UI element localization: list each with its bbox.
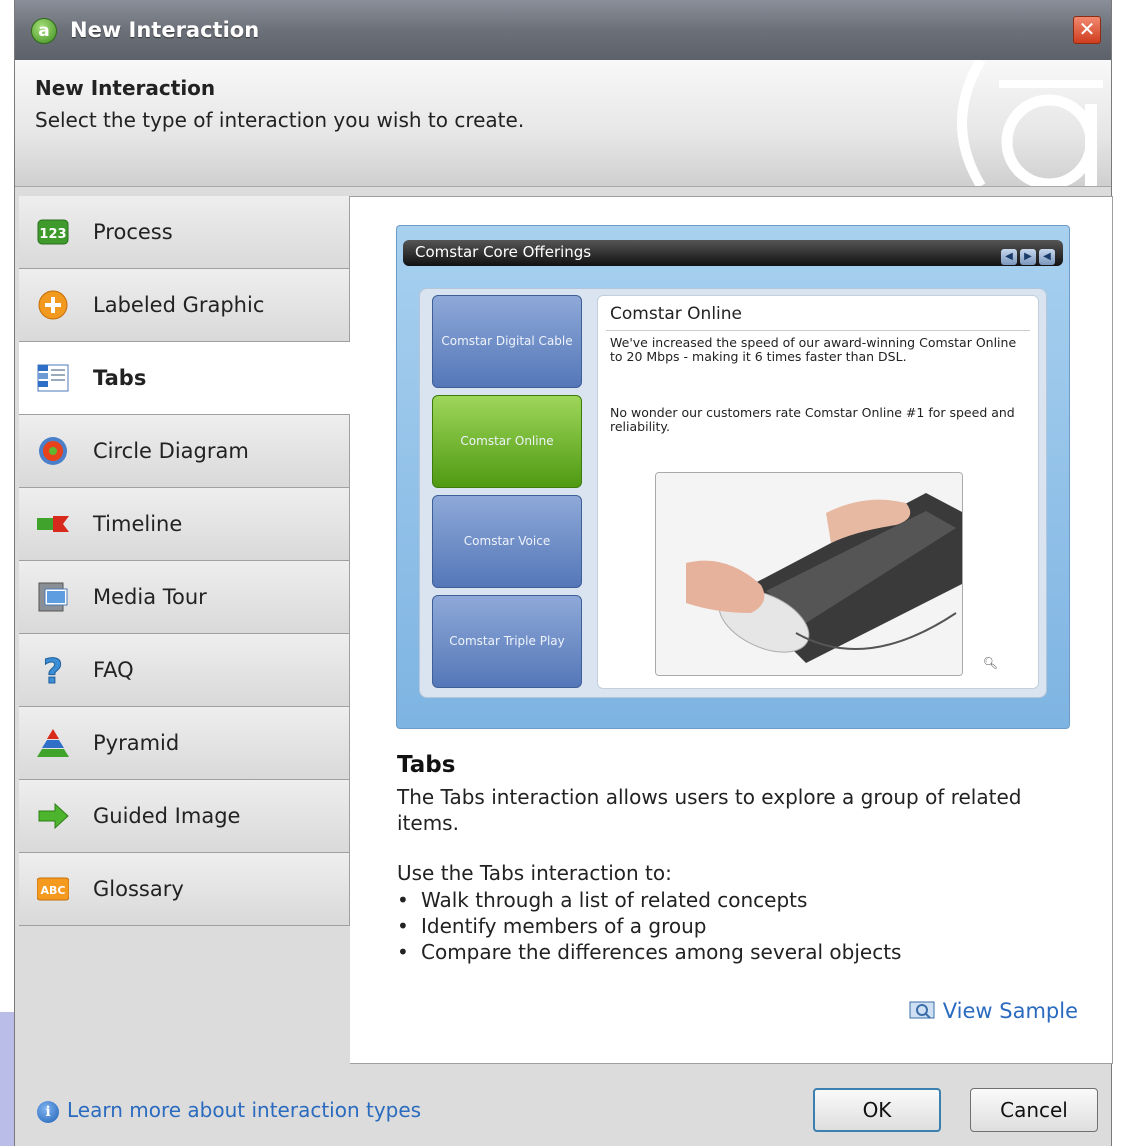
sidebar-item-label: Circle Diagram <box>93 439 249 463</box>
bullet-text: Compare the differences among several ob… <box>421 940 902 964</box>
view-sample-label: View Sample <box>942 999 1078 1023</box>
close-button[interactable]: ✕ <box>1073 16 1101 44</box>
list-item: • Compare the differences among several o… <box>397 939 901 965</box>
sidebar-item-label: Timeline <box>93 512 183 536</box>
process-123-icon: 123 <box>37 219 69 245</box>
next-arrow-icon: ▶ <box>1020 249 1036 265</box>
background-strip <box>0 1012 14 1146</box>
preview-body: Comstar Digital Cable Comstar Online Com… <box>419 288 1047 698</box>
view-sample-icon <box>909 1001 935 1019</box>
svg-text:?: ? <box>43 654 63 686</box>
preview-tab: Comstar Triple Play <box>432 595 582 688</box>
preview-tab: Comstar Voice <box>432 495 582 588</box>
description-title: Tabs <box>397 752 456 778</box>
learn-more-label: Learn more about interaction types <box>67 1098 422 1122</box>
interaction-preview: Comstar Core Offerings ◀ ▶ ◀ Comstar Digit… <box>396 225 1070 729</box>
tabs-icon <box>37 364 69 392</box>
description-lead: Use the Tabs interaction to: <box>397 861 672 885</box>
bullet-icon: • <box>397 914 409 938</box>
circle-diagram-icon <box>39 437 67 465</box>
timeline-icon <box>37 516 69 532</box>
divider <box>606 330 1030 331</box>
magnify-icon: 🔍︎ <box>982 656 998 670</box>
list-item: • Walk through a list of related concepts <box>397 887 901 913</box>
sidebar-item-faq[interactable]: ? FAQ <box>19 634 350 707</box>
labeled-graphic-icon <box>38 290 68 320</box>
question-mark-icon: ? <box>43 654 64 686</box>
pyramid-icon <box>37 729 69 757</box>
view-sample-link[interactable]: View Sample <box>909 999 1078 1023</box>
sidebar-item-process[interactable]: 123 Process <box>19 196 350 269</box>
sidebar-item-pyramid[interactable]: Pyramid <box>19 707 350 780</box>
articulate-a-logo-icon <box>957 60 1103 186</box>
window-title: New Interaction <box>70 18 260 42</box>
sidebar-item-media-tour[interactable]: Media Tour <box>19 561 350 634</box>
preview-pane-text: No wonder our customers rate Comstar Onl… <box>610 405 1015 434</box>
preview-tab-selected: Comstar Online <box>432 395 582 488</box>
media-tour-icon <box>38 582 68 612</box>
sidebar-item-label: FAQ <box>93 658 134 682</box>
app-logo-icon: a <box>31 18 57 44</box>
sidebar-item-tabs[interactable]: Tabs <box>19 342 351 415</box>
header-subtitle: Select the type of interaction you wish … <box>35 108 525 132</box>
preview-photo <box>655 472 963 676</box>
info-icon: i <box>37 1101 59 1123</box>
preview-tab: Comstar Digital Cable <box>432 295 582 388</box>
sidebar-item-label: Tabs <box>93 366 147 390</box>
preview-nav-buttons: ◀ ▶ ◀ <box>998 244 1055 265</box>
bullet-icon: • <box>397 940 409 964</box>
preview-pane-title: Comstar Online <box>610 304 742 324</box>
sidebar-item-circle-diagram[interactable]: Circle Diagram <box>19 415 350 488</box>
description-bullets: • Walk through a list of related concepts… <box>397 887 901 965</box>
preview-pane-text: We've increased the speed of our award-w… <box>610 335 1017 364</box>
dialog-window: a New Interaction ✕ New Interaction Sele… <box>14 0 1113 1146</box>
back-arrow-icon: ◀ <box>1039 249 1055 265</box>
arrow-right-icon <box>38 802 69 830</box>
preview-title: Comstar Core Offerings <box>415 243 592 261</box>
sidebar-item-label: Labeled Graphic <box>93 293 265 317</box>
sidebar-item-timeline[interactable]: Timeline <box>19 488 350 561</box>
detail-panel: Comstar Core Offerings ◀ ▶ ◀ Comstar Digit… <box>350 196 1113 1064</box>
svg-text:123: 123 <box>39 227 66 242</box>
sidebar-item-label: Pyramid <box>93 731 180 755</box>
sidebar-item-labeled-graphic[interactable]: Labeled Graphic <box>19 269 350 342</box>
abc-icon: ABC <box>37 877 69 901</box>
header-title: New Interaction <box>35 76 216 100</box>
cancel-button[interactable]: Cancel <box>970 1088 1098 1132</box>
sidebar-item-glossary[interactable]: ABC Glossary <box>19 853 350 926</box>
ok-button[interactable]: OK <box>813 1088 941 1132</box>
bullet-text: Walk through a list of related concepts <box>421 888 808 912</box>
preview-content-pane: Comstar Online We've increased the speed… <box>597 295 1039 689</box>
bullet-text: Identify members of a group <box>421 914 707 938</box>
learn-more-link[interactable]: i Learn more about interaction types <box>37 1098 421 1123</box>
dialog-header: New Interaction Select the type of inter… <box>15 60 1111 187</box>
sidebar-item-guided-image[interactable]: Guided Image <box>19 780 350 853</box>
bullet-icon: • <box>397 888 409 912</box>
interaction-type-list: 123 Process Labeled Graphic Tabs Circle … <box>19 196 351 926</box>
prev-arrow-icon: ◀ <box>1001 249 1017 265</box>
title-bar[interactable]: a New Interaction ✕ <box>15 0 1111 60</box>
sidebar-item-label: Guided Image <box>93 804 241 828</box>
description-text: The Tabs interaction allows users to exp… <box>397 785 1022 835</box>
list-item: • Identify members of a group <box>397 913 901 939</box>
svg-text:ABC: ABC <box>41 884 66 897</box>
sidebar-item-label: Process <box>93 220 173 244</box>
preview-title-bar: Comstar Core Offerings ◀ ▶ ◀ <box>403 240 1063 266</box>
sidebar-item-label: Media Tour <box>93 585 207 609</box>
sidebar-item-label: Glossary <box>93 877 184 901</box>
